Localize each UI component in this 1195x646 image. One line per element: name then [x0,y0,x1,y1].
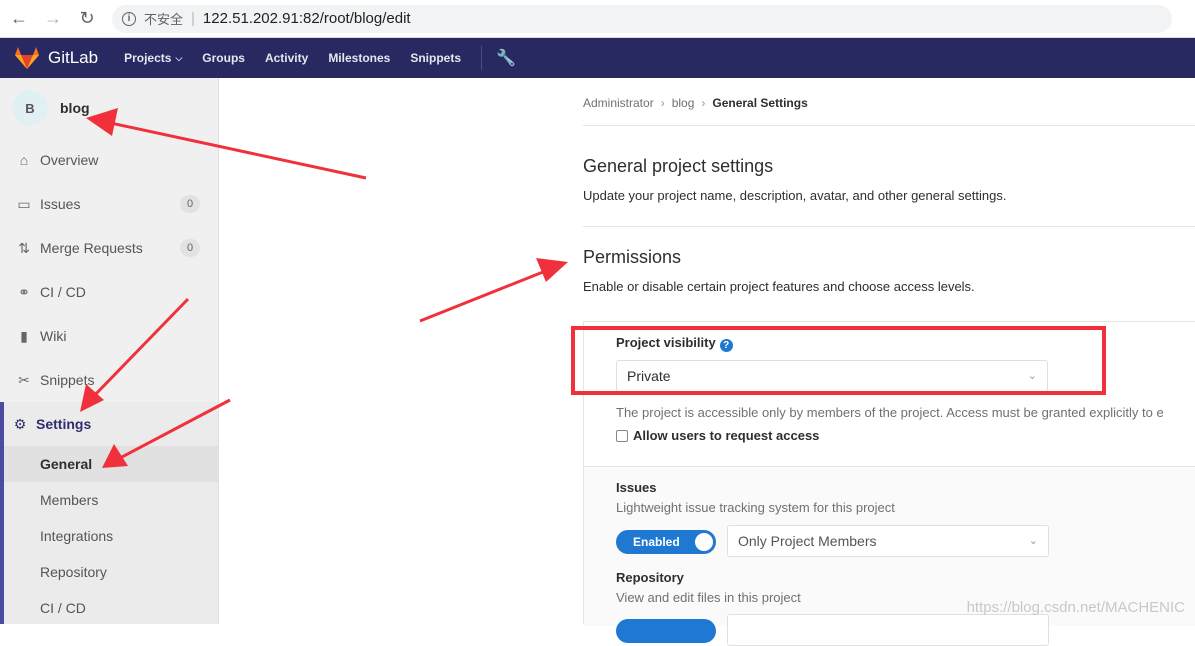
info-icon[interactable]: i [122,12,136,26]
nav-groups[interactable]: Groups [202,51,245,65]
divider [583,226,1195,227]
repository-toggle[interactable] [616,619,716,643]
issues-access-value: Only Project Members [738,533,876,549]
gitlab-header: GitLab Projects⌵ Groups Activity Milesto… [0,38,1195,78]
settings-sub-repository[interactable]: Repository [4,554,218,590]
brand-name[interactable]: GitLab [48,48,98,68]
insecure-label: 不安全 [144,9,183,28]
sidebar-item-settings[interactable]: ⚙ Settings [0,402,218,446]
permissions-desc: Enable or disable certain project featur… [583,279,975,294]
breadcrumb: Administrator › blog › General Settings [583,96,808,110]
issues-icon: ▭ [15,196,33,213]
forward-icon[interactable]: → [38,4,68,34]
nav-projects[interactable]: Projects⌵ [124,51,182,65]
merge-request-icon: ⇅ [15,240,33,257]
avatar[interactable]: B [12,90,48,126]
issues-toggle[interactable]: Enabled [616,530,716,554]
issues-label: Issues [616,480,656,495]
gitlab-logo-icon[interactable] [14,46,40,70]
address-bar[interactable]: i 不安全 | 122.51.202.91:82/root/blog/edit [112,5,1172,33]
scissors-icon: ✂ [15,372,33,389]
visibility-help-text: The project is accessible only by member… [616,405,1164,420]
reload-icon[interactable]: ↻ [72,4,102,34]
settings-sub-integrations[interactable]: Integrations [4,518,218,554]
request-access-row[interactable]: Allow users to request access [616,428,819,443]
sidebar-item-overview[interactable]: ⌂ Overview [0,138,218,182]
toggle-knob [695,533,713,551]
book-icon: ▮ [15,328,33,345]
sidebar-item-snippets[interactable]: ✂ Snippets [0,358,218,402]
breadcrumb-blog[interactable]: blog [672,96,695,110]
issues-desc: Lightweight issue tracking system for th… [616,500,895,515]
sidebar-item-merge-requests[interactable]: ⇅ Merge Requests 0 [0,226,218,270]
nav-divider [481,46,482,70]
breadcrumb-general-settings[interactable]: General Settings [712,96,807,110]
chevron-right-icon: › [661,96,665,110]
settings-section: ⚙ Settings General Members Integrations … [0,402,218,624]
issues-access-select[interactable]: Only Project Members ⌄ [727,525,1049,557]
general-settings-desc: Update your project name, description, a… [583,188,1006,203]
project-sidebar: B blog ⌂ Overview ▭ Issues 0 ⇅ Merge Req… [0,78,219,624]
chevron-down-icon: ⌄ [1029,534,1038,547]
settings-sub-members[interactable]: Members [4,482,218,518]
merge-requests-count: 0 [180,239,200,257]
nav-activity[interactable]: Activity [265,51,308,65]
url-text[interactable]: 122.51.202.91:82/root/blog/edit [203,10,411,27]
rocket-icon: ⚭ [15,284,33,301]
repository-label: Repository [616,570,684,585]
breadcrumb-administrator[interactable]: Administrator [583,96,654,110]
back-icon[interactable]: ← [4,4,34,34]
issues-count: 0 [180,195,200,213]
toggle-label: Enabled [633,535,680,549]
home-icon: ⌂ [15,152,33,168]
top-nav: Projects⌵ Groups Activity Milestones Sni… [124,51,481,65]
wrench-icon[interactable]: 🔧 [496,48,516,68]
sidebar-item-issues[interactable]: ▭ Issues 0 [0,182,218,226]
repository-desc: View and edit files in this project [616,590,801,605]
divider [583,125,1195,126]
sidebar-item-ci-cd[interactable]: ⚭ CI / CD [0,270,218,314]
watermark: https://blog.csdn.net/MACHENIC [967,599,1185,616]
project-header[interactable]: B blog [0,78,218,138]
settings-sub-ci-cd[interactable]: CI / CD [4,590,218,626]
request-access-label[interactable]: Allow users to request access [633,428,819,443]
gear-icon: ⚙ [11,416,29,433]
address-separator: | [191,10,195,27]
repository-access-select[interactable] [727,614,1049,646]
chevron-down-icon: ⌵ [175,53,182,64]
highlight-box [571,326,1106,395]
sidebar-item-wiki[interactable]: ▮ Wiki [0,314,218,358]
nav-milestones[interactable]: Milestones [328,51,390,65]
settings-sub-general[interactable]: General [4,446,218,482]
chevron-right-icon: › [701,96,705,110]
nav-snippets[interactable]: Snippets [410,51,461,65]
browser-toolbar: ← → ↻ i 不安全 | 122.51.202.91:82/root/blog… [0,0,1195,38]
general-settings-title: General project settings [583,156,773,177]
project-name[interactable]: blog [60,100,90,116]
request-access-checkbox[interactable] [616,430,628,442]
permissions-title: Permissions [583,247,681,268]
